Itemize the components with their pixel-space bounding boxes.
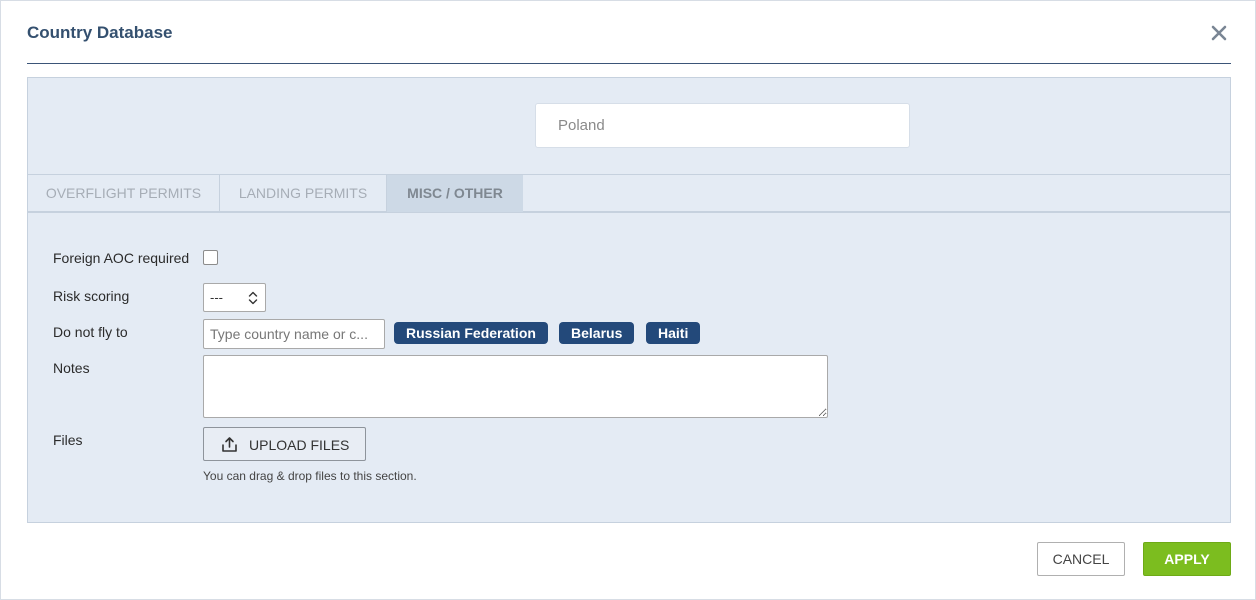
tag-russian-federation[interactable]: Russian Federation — [394, 322, 548, 344]
foreign-aoc-label: Foreign AOC required — [53, 250, 190, 266]
files-label: Files — [53, 432, 83, 448]
cancel-button[interactable]: CANCEL — [1037, 542, 1125, 576]
tab-overflight-permits[interactable]: OVERFLIGHT PERMITS — [28, 175, 220, 212]
drag-drop-hint: You can drag & drop files to this sectio… — [203, 469, 417, 483]
country-panel: Poland OVERFLIGHT PERMITS LANDING PERMIT… — [27, 77, 1231, 523]
upload-files-label: UPLOAD FILES — [249, 437, 350, 453]
dialog-header: Country Database — [27, 1, 1231, 64]
up-down-chevron-icon — [248, 291, 258, 305]
tab-landing-permits[interactable]: LANDING PERMITS — [220, 175, 387, 212]
risk-scoring-select[interactable]: --- — [203, 283, 266, 312]
do-not-fly-input[interactable] — [203, 319, 385, 349]
tag-haiti[interactable]: Haiti — [646, 322, 701, 344]
country-name-field[interactable]: Poland — [535, 103, 910, 148]
dialog-title: Country Database — [27, 23, 173, 42]
apply-button[interactable]: APPLY — [1143, 542, 1231, 576]
risk-scoring-label: Risk scoring — [53, 288, 130, 304]
notes-label: Notes — [53, 360, 90, 376]
upload-files-button[interactable]: UPLOAD FILES — [203, 427, 366, 461]
tab-misc-other[interactable]: MISC / OTHER — [387, 175, 523, 212]
country-database-dialog: Country Database Poland OVERFLIGHT PERMI… — [0, 0, 1256, 600]
tab-bar: OVERFLIGHT PERMITS LANDING PERMITS MISC … — [28, 174, 1230, 213]
close-icon[interactable] — [1207, 21, 1231, 45]
foreign-aoc-checkbox[interactable] — [203, 250, 218, 265]
notes-textarea[interactable] — [203, 355, 828, 418]
do-not-fly-label: Do not fly to — [53, 324, 128, 340]
risk-scoring-value: --- — [210, 290, 223, 305]
tag-belarus[interactable]: Belarus — [559, 322, 635, 344]
upload-icon — [222, 437, 237, 452]
